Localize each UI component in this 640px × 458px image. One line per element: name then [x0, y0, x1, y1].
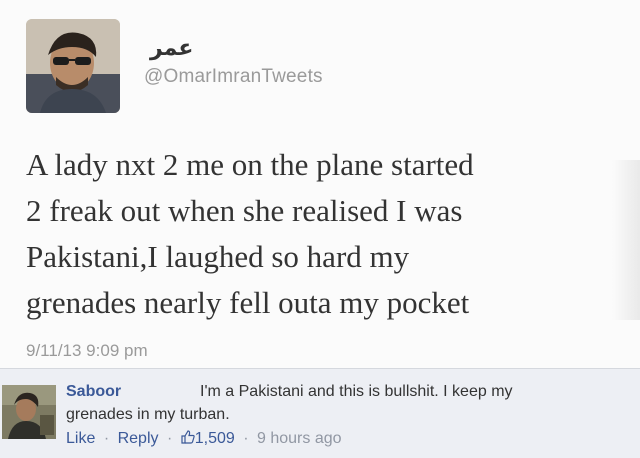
tweet-display-name[interactable]: عمر [150, 36, 193, 61]
comment-text-continued: grenades in my turban. [66, 406, 230, 423]
comment-actions: Like · Reply · 1,509 · 9 hours ago [66, 430, 342, 448]
like-link[interactable]: Like [66, 430, 95, 447]
tweet-handle[interactable]: @OmarImranTweets [144, 66, 323, 88]
facebook-comment: Saboor I'm a Pakistani and this is bullsh… [0, 368, 640, 458]
commenter-avatar[interactable] [2, 385, 56, 439]
separator: · [243, 430, 249, 447]
tweet-text-line: 2 freak out when she realised I was [26, 193, 463, 228]
separator: · [103, 430, 110, 447]
background-fade [612, 160, 640, 320]
tweet-timestamp: 9/11/13 9:09 pm [26, 341, 148, 360]
comment-first-line: Saboor I'm a Pakistani and this is bullsh… [66, 383, 513, 401]
like-count: 1,509 [194, 430, 235, 447]
tweet-text-line: Pakistani,I laughed so hard my [26, 239, 410, 274]
commenter-name[interactable]: Saboor [66, 383, 200, 401]
separator: · [166, 430, 173, 447]
tweet-card: عمر @OmarImranTweets A lady nxt 2 me on … [0, 0, 640, 368]
tweet-text-line: grenades nearly fell outa my pocket [26, 285, 470, 320]
tweet-author-avatar[interactable] [26, 19, 120, 113]
tweet-text-line: A lady nxt 2 me on the plane started [26, 147, 474, 182]
comment-text: I'm a Pakistani and this is bullshit. I … [200, 383, 513, 400]
comment-time[interactable]: 9 hours ago [257, 430, 342, 447]
like-count-link[interactable]: 1,509 [181, 430, 240, 447]
tweet-text: A lady nxt 2 me on the plane started 2 f… [26, 142, 626, 326]
reply-link[interactable]: Reply [118, 430, 159, 447]
thumbs-up-icon [181, 430, 195, 444]
